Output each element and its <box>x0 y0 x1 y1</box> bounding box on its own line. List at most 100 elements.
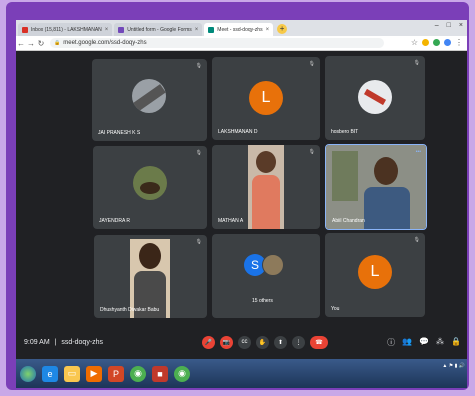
participant-tile[interactable]: 🎙 JAI PRANESH K S <box>92 59 207 141</box>
participant-tile-others[interactable]: S 15 others <box>212 234 320 318</box>
participant-name: JAYENDRA R <box>99 218 131 224</box>
file-explorer-icon[interactable]: ▭ <box>64 365 80 382</box>
meet-control-bar: 9:09 AM | ssd-doqy-zhs 🎤 📷 cc ✋ ⬆ ⋮ ☎ ⓘ … <box>16 325 467 359</box>
internet-explorer-icon[interactable]: e <box>42 365 58 382</box>
browser-tab-bar: Inbox (15,811) - LAKSHMANAN × Untitled f… <box>16 20 467 36</box>
participant-photo <box>132 79 166 113</box>
chat-icon[interactable]: 💬 <box>419 337 429 348</box>
close-icon[interactable]: × <box>266 27 270 33</box>
url-field[interactable]: 🔒 meet.google.com/ssd-doqy-zhs <box>50 38 384 48</box>
meet-side-controls: ⓘ 👥 💬 ⁂ 🔒 <box>387 337 461 348</box>
separator: | <box>54 338 57 346</box>
host-controls-icon[interactable]: 🔒 <box>451 337 461 348</box>
participant-tile-self[interactable]: L 🎙 You <box>325 233 425 317</box>
meeting-info: 9:09 AM | ssd-doqy-zhs <box>24 339 103 346</box>
mic-toggle-button[interactable]: 🎤 <box>202 335 215 349</box>
lock-icon: 🔒 <box>54 40 61 46</box>
star-icon[interactable]: ☆ <box>411 38 418 47</box>
windows-taskbar: e ▭ ▶ P ◉ ■ ◉ ▲ ⚑ ▮ 🔊 <box>16 359 467 388</box>
close-icon[interactable]: × <box>195 27 199 33</box>
forward-icon[interactable]: → <box>26 39 36 48</box>
participant-tile[interactable]: 🎙 JAYENDRA R <box>93 146 207 229</box>
media-player-icon[interactable]: ▶ <box>86 365 102 382</box>
participant-tile[interactable]: 🎙 MATHAN A <box>212 145 320 229</box>
new-tab-button[interactable]: + <box>277 24 288 34</box>
address-bar-actions: ☆ ⋮ <box>411 38 463 47</box>
maximize-icon[interactable]: □ <box>447 22 451 29</box>
meet-icon <box>208 26 215 33</box>
participant-photo <box>133 166 167 200</box>
tab-gmail[interactable]: Inbox (15,811) - LAKSHMANAN × <box>18 23 113 36</box>
participant-name: JAI PRANESH K S <box>98 130 141 136</box>
participant-avatar: L <box>249 81 283 115</box>
tab-meet[interactable]: Meet - ssd-doqy-zhs × <box>204 23 274 36</box>
present-button[interactable]: ⬆ <box>274 335 287 349</box>
participant-name: LAKSHMANAN D <box>218 129 258 135</box>
more-options-button[interactable]: ⋮ <box>292 335 305 349</box>
info-icon[interactable]: ⓘ <box>387 337 395 348</box>
participant-tile[interactable]: 🎙 Dhushyanth Diwakar Babu <box>94 235 207 318</box>
participant-photo <box>262 254 284 276</box>
participant-name: You <box>331 306 340 312</box>
participant-name: MATHAN A <box>218 218 244 224</box>
meet-stage: 🎙 JAI PRANESH K S L 🎙 LAKSHMANAN D 🎙 hos… <box>16 51 467 357</box>
participant-name: hosbero BIT <box>331 129 359 135</box>
close-window-icon[interactable]: × <box>459 22 463 29</box>
reload-icon[interactable]: ↻ <box>36 39 46 48</box>
mic-off-icon: 🎙 <box>308 61 315 67</box>
mic-off-icon: 🎙 <box>195 150 202 156</box>
others-avatars: S <box>244 254 284 276</box>
mic-off-icon: 🎙 <box>413 237 420 243</box>
tab-label: Inbox (15,811) - LAKSHMANAN <box>31 26 102 33</box>
mic-off-icon: 🎙 <box>195 63 202 69</box>
photo-frame: Inbox (15,811) - LAKSHMANAN × Untitled f… <box>6 2 469 390</box>
tab-label: Meet - ssd-doqy-zhs <box>217 26 263 33</box>
tray-icons[interactable]: ▲ ⚑ ▮ 🔊 <box>442 363 465 369</box>
menu-icon[interactable]: ⋮ <box>455 38 463 47</box>
participant-tile[interactable]: L 🎙 LAKSHMANAN D <box>212 57 320 140</box>
speaking-indicator-icon: ••• <box>415 149 421 155</box>
activities-icon[interactable]: ⁂ <box>436 337 444 348</box>
meeting-time: 9:09 AM <box>24 338 50 346</box>
call-controls: 🎤 📷 cc ✋ ⬆ ⋮ ☎ <box>202 335 328 349</box>
gmail-icon <box>22 26 28 33</box>
participant-video <box>248 145 284 229</box>
mic-off-icon: 🎙 <box>413 60 420 66</box>
mic-off-icon: 🎙 <box>308 149 315 155</box>
participant-name: Abiil Chandran <box>332 218 365 224</box>
participant-tile[interactable]: 🎙 hosbero BIT <box>325 56 425 140</box>
tab-label: Untitled form - Google Forms <box>127 26 192 33</box>
participant-photo <box>358 80 392 114</box>
people-icon[interactable]: 👥 <box>402 337 412 348</box>
meeting-code: ssd-doqy-zhs <box>61 338 104 346</box>
close-icon[interactable]: × <box>105 27 109 33</box>
chrome-icon[interactable]: ◉ <box>130 365 146 382</box>
powerpoint-icon[interactable]: P <box>108 365 124 382</box>
self-avatar: L <box>358 255 392 289</box>
tab-forms[interactable]: Untitled form - Google Forms × <box>114 23 203 36</box>
end-call-button[interactable]: ☎ <box>310 335 328 349</box>
camera-toggle-button[interactable]: 📷 <box>220 335 233 349</box>
mic-off-icon: 🎙 <box>195 239 202 245</box>
url-text: meet.google.com/ssd-doqy-zhs <box>63 40 147 46</box>
window-controls: – □ × <box>435 22 463 29</box>
system-tray: ▲ ⚑ ▮ 🔊 <box>442 363 465 370</box>
window-background <box>332 151 358 201</box>
captions-button[interactable]: cc <box>238 335 251 349</box>
participant-tile-active-speaker[interactable]: ••• Abiil Chandran <box>325 144 427 230</box>
extension-icon[interactable] <box>422 39 429 46</box>
others-count: 15 others <box>252 298 273 304</box>
raise-hand-button[interactable]: ✋ <box>256 335 269 349</box>
minimize-icon[interactable]: – <box>435 22 439 29</box>
forms-icon <box>118 26 125 33</box>
address-bar: ← → ↻ 🔒 meet.google.com/ssd-doqy-zhs ☆ ⋮ <box>16 36 467 51</box>
extension-icon[interactable] <box>433 39 440 46</box>
participant-name: Dhushyanth Diwakar Babu <box>100 307 160 313</box>
back-icon[interactable]: ← <box>16 39 26 48</box>
start-button-icon[interactable] <box>20 365 36 382</box>
profile-avatar[interactable] <box>444 39 451 46</box>
laptop-screen: Inbox (15,811) - LAKSHMANAN × Untitled f… <box>16 20 467 388</box>
app-icon[interactable]: ■ <box>152 365 168 382</box>
chrome-icon[interactable]: ◉ <box>174 365 190 382</box>
participant-video <box>326 145 426 229</box>
